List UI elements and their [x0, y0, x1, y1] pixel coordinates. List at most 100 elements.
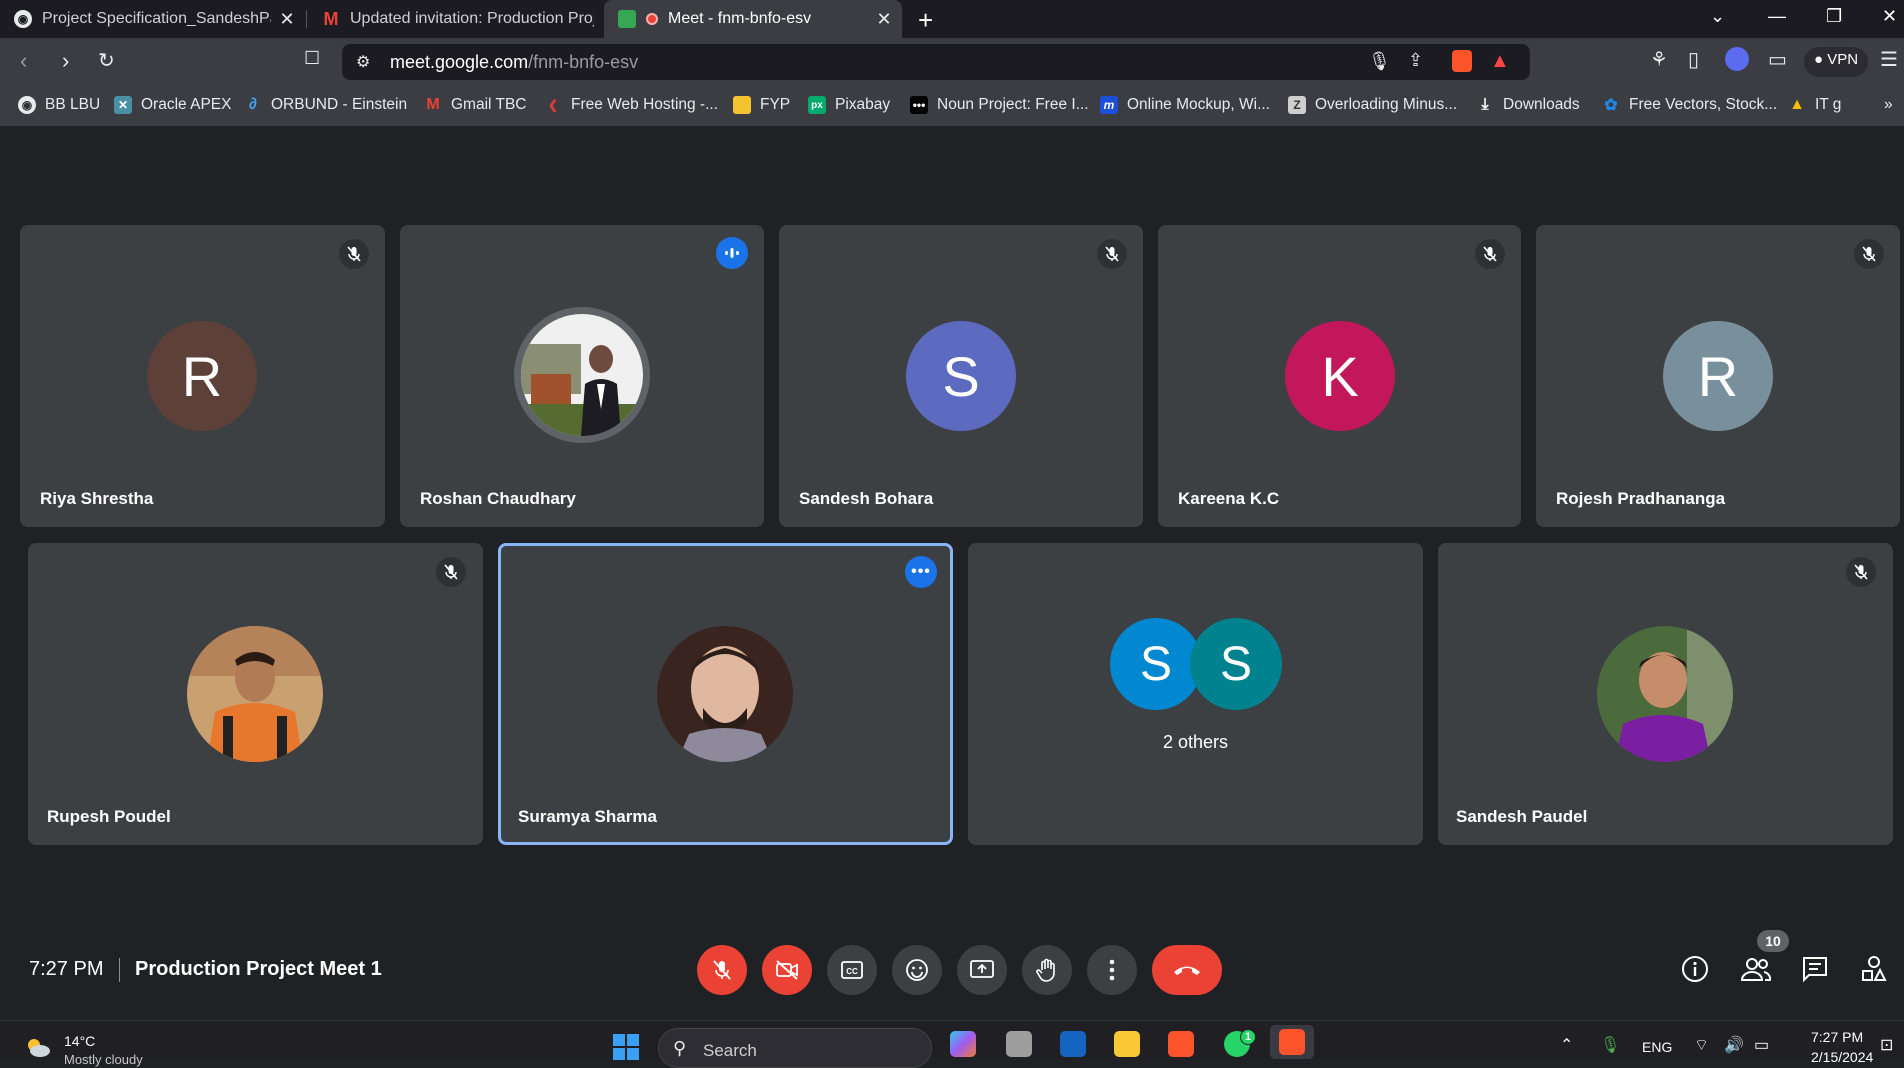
meeting-details-button[interactable] [1681, 955, 1709, 988]
system-date[interactable]: 2/15/2024 [1811, 1049, 1873, 1065]
bookmark-label: ORBUND - Einstein [271, 96, 408, 113]
bookmark-item[interactable]: Z Overloading Minus... [1288, 96, 1457, 114]
meeting-clock: 7:27 PM [29, 958, 104, 980]
globe-icon: ◉ [18, 96, 36, 114]
bookmark-item[interactable]: ❮ Free Web Hosting -... [544, 96, 718, 114]
close-tab-icon[interactable]: ✕ [876, 9, 892, 30]
meet-stage: R Riya Shrestha Roshan Chaudhary S Sande… [0, 126, 1904, 1020]
vpn-button[interactable]: ● VPN [1804, 47, 1869, 77]
more-options-button[interactable] [1087, 945, 1137, 995]
bookmark-item[interactable]: ✿ Free Vectors, Stock... [1602, 96, 1777, 114]
sidebar-icon[interactable]: ▯ [1688, 47, 1699, 72]
bookmark-item[interactable]: px Pixabay [808, 96, 890, 114]
extensions-icon[interactable]: ⚘ [1650, 47, 1668, 72]
participant-tile[interactable]: R Riya Shrestha [20, 225, 385, 527]
avatar: S [1110, 618, 1202, 710]
muted-mic-icon [339, 239, 369, 269]
people-button[interactable] [1740, 955, 1772, 988]
camera-toggle-button[interactable] [762, 945, 812, 995]
reload-button[interactable]: ↻ [98, 48, 115, 73]
wifi-icon[interactable]: ⌔ [1694, 1035, 1709, 1055]
participant-tile[interactable]: R Rojesh Pradhananga [1536, 225, 1900, 527]
people-count-badge: 10 [1757, 930, 1789, 952]
microphone-toggle-button[interactable] [697, 945, 747, 995]
reactions-button[interactable] [892, 945, 942, 995]
tray-overflow-icon[interactable]: ⌃ [1560, 1035, 1573, 1055]
bookmark-label: FYP [760, 96, 791, 113]
tab-meet[interactable]: Meet - fnm-bnfo-esv ✕ [604, 0, 902, 38]
bookmark-item[interactable]: ✕ Oracle APEX [114, 96, 231, 114]
shapes-icon [1862, 956, 1887, 981]
share-icon[interactable]: ⇪ [1408, 50, 1423, 71]
participant-photo [187, 626, 323, 762]
bookmark-item[interactable]: M Gmail TBC [424, 96, 526, 114]
participant-tile[interactable]: K Kareena K.C [1158, 225, 1521, 527]
menu-icon[interactable]: ☰ [1880, 47, 1898, 72]
more-options-icon[interactable]: ••• [905, 556, 937, 588]
file-explorer-icon[interactable] [1114, 1031, 1140, 1057]
bookmark-item[interactable]: ◉ BB LBU [18, 96, 100, 114]
tab-project-specification[interactable]: ◉ Project Specification_SandeshPaudel ✕ [0, 0, 305, 38]
bookmark-label: Free Web Hosting -... [571, 96, 719, 113]
restore-button[interactable]: ❐ [1826, 6, 1842, 27]
bookmark-item[interactable]: m Online Mockup, Wi... [1100, 96, 1270, 114]
people-icon [1740, 958, 1772, 981]
start-button[interactable] [612, 1033, 640, 1066]
outlook-icon[interactable] [1060, 1031, 1086, 1057]
tab-updated-invitation[interactable]: M Updated invitation: Production Project [308, 0, 604, 38]
pixabay-icon: px [808, 96, 826, 114]
participant-tile[interactable]: Rupesh Poudel [28, 543, 483, 845]
participant-tile-pinned[interactable]: ••• Suramya Sharma [498, 543, 953, 845]
brave-active-app[interactable] [1270, 1025, 1314, 1059]
address-bar[interactable]: ⚙ meet.google.com/fnm-bnfo-esv 🎙 ⇪ ▲ [342, 44, 1530, 80]
participant-tile[interactable]: Roshan Chaudhary [400, 225, 764, 527]
tab-list-chevron-icon[interactable]: ⌄ [1710, 6, 1725, 27]
site-settings-icon[interactable]: ⚙ [356, 52, 370, 72]
bookmark-item[interactable]: ▲ IT g [1788, 96, 1841, 114]
present-screen-button[interactable] [957, 945, 1007, 995]
bookmark-icon[interactable]: ☐ [304, 48, 320, 69]
participant-tile[interactable]: S Sandesh Bohara [779, 225, 1143, 527]
raise-hand-button[interactable] [1022, 945, 1072, 995]
wallet-icon[interactable]: ▭ [1768, 47, 1787, 72]
chat-button[interactable] [1801, 955, 1829, 988]
google-drive-icon: ▲ [1789, 96, 1805, 113]
minimize-button[interactable]: — [1768, 6, 1786, 27]
leave-call-button[interactable] [1152, 945, 1222, 995]
participant-tile[interactable]: Sandesh Paudel [1438, 543, 1893, 845]
bookmark-item[interactable]: ∂ ORBUND - Einstein [244, 96, 407, 114]
close-tab-icon[interactable]: ✕ [279, 9, 295, 30]
battery-icon[interactable]: ▭ [1754, 1035, 1769, 1055]
emoji-icon [906, 959, 928, 981]
copilot-icon[interactable] [950, 1031, 976, 1057]
system-time[interactable]: 7:27 PM [1811, 1029, 1863, 1045]
microphone-in-use-icon[interactable]: 🎙 [1600, 1035, 1620, 1055]
brave-shields-icon[interactable] [1452, 50, 1472, 72]
folder-icon [733, 96, 751, 114]
search-placeholder: Search [703, 1041, 757, 1060]
language-indicator[interactable]: ENG [1642, 1039, 1672, 1055]
close-window-button[interactable]: ✕ [1882, 6, 1897, 27]
back-button[interactable]: ‹ [20, 48, 27, 74]
bookmarks-overflow-icon[interactable]: » [1884, 96, 1893, 114]
taskbar-search[interactable]: ⚲ Search [658, 1028, 932, 1068]
muted-mic-icon [1475, 239, 1505, 269]
weather-icon[interactable] [22, 1033, 52, 1059]
task-view-icon[interactable] [1006, 1031, 1032, 1057]
forward-button[interactable]: › [62, 48, 69, 74]
bookmark-label: Overloading Minus... [1315, 96, 1458, 113]
bookmark-item[interactable]: ••• Noun Project: Free I... [910, 96, 1089, 114]
activities-button[interactable] [1860, 955, 1888, 988]
microphone-icon[interactable]: 🎙 [1368, 51, 1391, 72]
new-tab-button[interactable]: + [918, 5, 933, 36]
bookmark-item[interactable]: FYP [733, 96, 790, 114]
others-tile[interactable]: S S 2 others [968, 543, 1423, 845]
profile-icon[interactable] [1725, 47, 1749, 71]
notifications-icon[interactable]: ⊡ [1880, 1035, 1893, 1055]
brave-browser-icon[interactable] [1168, 1031, 1194, 1057]
bookmark-item[interactable]: ⤓ Downloads [1476, 96, 1579, 114]
captions-button[interactable]: CC [827, 945, 877, 995]
recording-icon [646, 13, 658, 25]
volume-icon[interactable]: 🔊 [1724, 1035, 1744, 1055]
brave-rewards-icon[interactable]: ▲ [1490, 50, 1510, 73]
